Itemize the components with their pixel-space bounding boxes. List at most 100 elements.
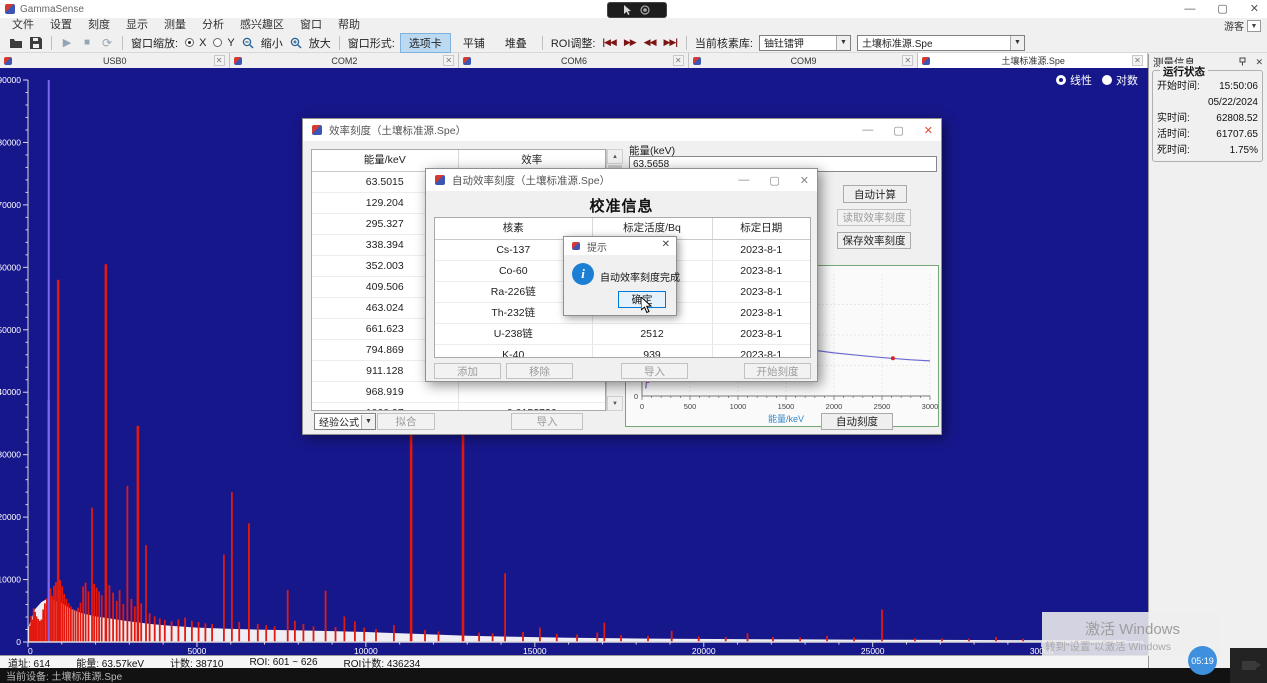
camera-widget[interactable] (1230, 648, 1267, 683)
camera-icon (1242, 661, 1256, 670)
roi-step-button[interactable]: ▶▶| (664, 37, 677, 48)
run-status-value: 62808.52 (1216, 111, 1258, 127)
close-button[interactable]: ✕ (662, 239, 670, 250)
table-row[interactable]: K-409392023-8-1 (435, 345, 810, 358)
start-calibration-button[interactable]: 开始刻度 (744, 363, 811, 379)
tab-close-icon[interactable]: ✕ (673, 55, 684, 66)
menu-item[interactable]: 文件 (4, 18, 42, 33)
tab-COM2[interactable]: COM2✕ (230, 53, 460, 68)
roi-step-button[interactable]: ▶▶ (624, 37, 636, 48)
scroll-down-icon[interactable]: ▼ (607, 396, 623, 411)
add-button[interactable]: 添加 (434, 363, 501, 379)
close-button[interactable]: ✕ (1250, 0, 1259, 18)
maximize-button[interactable]: ▢ (1217, 0, 1227, 18)
tab-COM6[interactable]: COM6✕ (459, 53, 689, 68)
nuclide-library-select[interactable]: 铀钍镭钾 ▼ (759, 35, 851, 51)
auto-efficiency-dialog-titlebar[interactable]: 自动效率刻度（土壤标准源.Spe） — ▢ ✕ (426, 169, 817, 191)
run-status-group: 运行状态 开始时间:15:50:0605/22/2024实时间:62808.52… (1152, 70, 1263, 162)
layout-tabs-button[interactable]: 选项卡 (400, 33, 451, 53)
stop-acquisition-button[interactable]: ■ (78, 35, 96, 51)
cell: 0.0153726 (459, 403, 606, 411)
screen-recorder-overlay[interactable] (607, 2, 667, 18)
import-button[interactable]: 导入 (621, 363, 688, 379)
auto-calc-button[interactable]: 自动计算 (843, 185, 907, 203)
user-dropdown-icon[interactable]: ▼ (1247, 20, 1261, 32)
roi-step-button[interactable]: ◀◀ (644, 37, 656, 48)
activate-windows-watermark: 激活 Windows (1085, 618, 1180, 639)
message-box-titlebar[interactable]: 提示 ✕ (564, 237, 676, 255)
auto-calibrate-button[interactable]: 自动刻度 (821, 413, 893, 430)
svg-text:0: 0 (640, 402, 644, 411)
column-header-date: 标定日期 (713, 218, 811, 239)
pin-icon[interactable] (1239, 57, 1248, 68)
minimize-button[interactable]: — (738, 174, 749, 186)
svg-text:60000: 60000 (0, 262, 21, 272)
minimize-button[interactable]: — (862, 124, 873, 136)
menu-item[interactable]: 窗口 (292, 18, 330, 33)
tab-close-icon[interactable]: ✕ (214, 55, 225, 66)
recording-timer-badge[interactable]: 05:19 (1188, 646, 1217, 675)
roi-step-button[interactable]: |◀◀ (602, 37, 615, 48)
menu-item[interactable]: 设置 (42, 18, 80, 33)
menu-item[interactable]: 感兴趣区 (232, 18, 292, 33)
menu-bar: 文件设置刻度显示测量分析感兴趣区窗口帮助 游客 ▼ (0, 18, 1267, 33)
close-button[interactable]: ✕ (924, 124, 933, 137)
close-panel-icon[interactable]: ✕ (1255, 57, 1263, 68)
zoom-axis-y-radio[interactable] (213, 38, 222, 47)
spectrum-file-value: 土壤标准源.Spe (858, 35, 1010, 50)
run-status-label: 活时间: (1157, 127, 1190, 143)
app-logo-icon (922, 57, 930, 65)
tab-close-icon[interactable]: ✕ (902, 55, 913, 66)
fit-button[interactable]: 拟合 (377, 413, 435, 430)
layout-stack-button[interactable]: 堆叠 (497, 34, 535, 52)
read-efficiency-button[interactable]: 读取效率刻度 (837, 209, 911, 226)
spectrum-file-select[interactable]: 土壤标准源.Spe ▼ (857, 35, 1025, 51)
svg-text:90000: 90000 (0, 75, 21, 85)
run-status-label: 实时间: (1157, 111, 1190, 127)
maximize-button[interactable]: ▢ (769, 174, 779, 187)
minimize-button[interactable]: — (1184, 0, 1195, 18)
zoom-in-label[interactable]: 放大 (309, 35, 331, 51)
svg-text:0: 0 (16, 637, 21, 647)
layout-tile-button[interactable]: 平铺 (455, 34, 493, 52)
scroll-up-icon[interactable]: ▲ (607, 149, 623, 164)
refresh-button[interactable]: ⟳ (98, 35, 116, 51)
tab-close-icon[interactable]: ✕ (443, 55, 454, 66)
zoom-out-icon[interactable] (239, 35, 257, 51)
table-row[interactable]: U-238链25122023-8-1 (435, 324, 810, 345)
zoom-axis-y-label: Y (227, 37, 234, 49)
menu-item[interactable]: 分析 (194, 18, 232, 33)
import-button[interactable]: 导入 (511, 413, 583, 430)
chevron-down-icon: ▼ (361, 415, 375, 429)
app-logo-icon (312, 125, 322, 135)
formula-select[interactable]: 经验公式 ▼ (314, 413, 376, 430)
tab-COM9[interactable]: COM9✕ (689, 53, 919, 68)
zoom-out-label[interactable]: 缩小 (261, 35, 283, 51)
close-button[interactable]: ✕ (800, 174, 809, 187)
table-row[interactable]: 968.919 (312, 382, 605, 403)
tab-close-icon[interactable]: ✕ (1132, 55, 1143, 66)
save-efficiency-button[interactable]: 保存效率刻度 (837, 232, 911, 249)
menu-item[interactable]: 测量 (156, 18, 194, 33)
open-file-button[interactable] (7, 35, 25, 51)
menu-item[interactable]: 刻度 (80, 18, 118, 33)
menu-item[interactable]: 帮助 (330, 18, 368, 33)
zoom-axis-x-radio[interactable] (185, 38, 194, 47)
remove-button[interactable]: 移除 (506, 363, 573, 379)
maximize-button[interactable]: ▢ (893, 124, 903, 137)
tab-USB0[interactable]: USB0✕ (0, 53, 230, 68)
efficiency-dialog-titlebar[interactable]: 效率刻度（土壤标准源.Spe） — ▢ ✕ (303, 119, 941, 141)
run-status-row: 05/22/2024 (1157, 95, 1258, 111)
save-button[interactable] (27, 35, 45, 51)
table-row[interactable]: 1000.970.0153726 (312, 403, 605, 411)
linear-scale-radio[interactable] (1056, 75, 1066, 85)
user-account[interactable]: 游客 ▼ (1224, 18, 1261, 33)
start-acquisition-button[interactable]: ▶ (58, 35, 76, 51)
log-scale-radio[interactable] (1102, 75, 1112, 85)
svg-text:0: 0 (634, 392, 638, 401)
menu-item[interactable]: 显示 (118, 18, 156, 33)
zoom-in-icon[interactable] (287, 35, 305, 51)
cell: 2023-8-1 (713, 261, 811, 281)
tab-土壤标准源.Spe[interactable]: 土壤标准源.Spe✕ (918, 53, 1148, 68)
cell: 2023-8-1 (713, 240, 811, 260)
